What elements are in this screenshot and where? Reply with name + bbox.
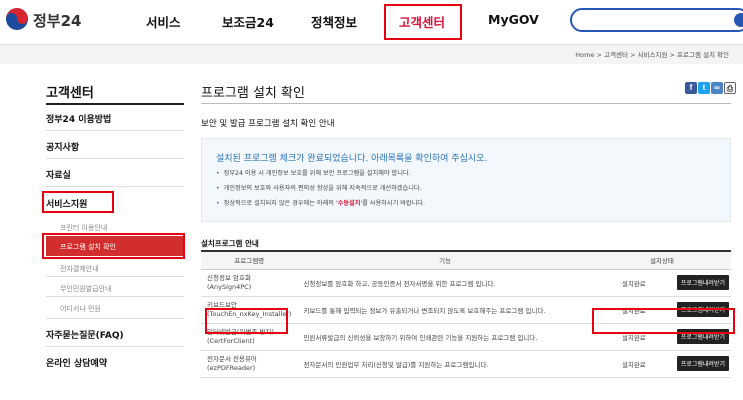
program-code: (CertForClient) [207, 336, 255, 345]
nav-service[interactable]: 서비스 [146, 12, 181, 31]
subitem-payment[interactable]: 전자결제안내 [60, 264, 99, 274]
sidebar-item-notice[interactable]: 공지사항 [46, 140, 79, 153]
program-code: (AnySign4PC) [207, 282, 252, 291]
page-title: 프로그램 설치 확인 [201, 86, 305, 101]
search-input[interactable] [570, 8, 743, 32]
sidebar-divider [46, 103, 184, 105]
subitem-anywhere[interactable]: 어디서나 민원 [60, 304, 101, 314]
sidebar-item-consult[interactable]: 온라인 상담예약 [46, 356, 107, 369]
sidebar-item-service-support[interactable]: 서비스지원 [46, 197, 87, 210]
sidebar-item-library[interactable]: 자료실 [46, 168, 71, 181]
twitter-icon[interactable]: t [698, 82, 710, 94]
section-subtitle: 보안 및 발급 프로그램 설치 확인 안내 [201, 119, 335, 129]
col-header-name: 프로그램명 [201, 251, 298, 270]
col-header-status: 설치상태 [592, 251, 731, 270]
subitem-program-check[interactable]: 프로그램 설치 확인 [60, 242, 116, 252]
program-desc: 신청정보를 암호화 하고, 공동인증서 전자서명을 위한 프로그램 입니다. [297, 269, 593, 297]
table-title: 설치프로그램 안내 [201, 239, 259, 248]
program-name: 신청정보 암호화 [207, 273, 251, 282]
sidebar-item-faq[interactable]: 자주묻는질문(FAQ) [46, 328, 124, 341]
highlight-keyboard-security [205, 308, 288, 334]
table-row: 전자문서 전용뷰어 (ezPDFReader) 전자문서의 민원업무 처리(신청및… [201, 350, 731, 378]
subitem-kiosk[interactable]: 무인민원발급안내 [60, 284, 112, 294]
download-button[interactable]: 프로그램내려받기 [676, 356, 729, 371]
manual-install-link[interactable]: 수동설치 [338, 200, 361, 207]
nav-mygov[interactable]: MyGOV [488, 12, 539, 27]
download-button[interactable]: 프로그램내려받기 [676, 275, 729, 290]
program-desc: 전자문서의 민원업무 처리(신청및 발급)를 지원하는 프로그램입니다. [297, 350, 593, 378]
table-row: 신청정보 암호화 (AnySign4PC) 신청정보를 암호화 하고, 공동인증서… [201, 269, 731, 297]
program-desc: 키보드를 통해 입력되는 정보가 유출되거나 변조되지 않도록 보호해주는 프로… [297, 296, 593, 324]
logo-text[interactable]: 정부24 [33, 10, 81, 31]
link-icon[interactable]: ∞ [711, 82, 723, 94]
notice-headline: 설치된 프로그램 체크가 완료되었습니다. 아래목록을 확인하여 주십시오. [216, 154, 488, 164]
breadcrumb: Home > 고객센터 > 서비스지원 > 프로그램 설치 확인 [575, 51, 729, 59]
title-divider [201, 103, 731, 104]
search-icon[interactable] [734, 13, 743, 27]
sidebar-title: 고객센터 [46, 86, 94, 101]
subitem-printer[interactable]: 프린터 이용안내 [60, 223, 107, 233]
notice-bullet: • 개인정보의 보호와 사용자의 편의성 향상을 위해 지속적으로 개선하겠습니다… [216, 185, 422, 192]
facebook-icon[interactable]: f [685, 82, 697, 94]
nav-policy[interactable]: 정책정보 [311, 12, 357, 31]
highlight-keyboard-status [592, 308, 735, 334]
program-name: 전자문서 전용뷰어 [207, 354, 257, 363]
program-code: (ezPDFReader) [207, 363, 256, 372]
program-desc: 민원서류발급의 신뢰성을 보장하기 위하여 인쇄관련 기능을 지원하는 프로그램… [297, 323, 593, 351]
nav-customer-center[interactable]: 고객센터 [399, 12, 445, 31]
install-status: 설치완료 [592, 350, 675, 378]
print-icon[interactable]: ⎙ [724, 82, 736, 94]
notice-bullet: • 정부24 이용 시 개인정보 보호를 위해 보안 프로그램을 설치해야 합니다… [216, 170, 411, 177]
col-header-function: 기능 [297, 251, 593, 270]
gov-logo-icon[interactable] [6, 8, 28, 30]
sidebar-item-guide[interactable]: 정부24 이용방법 [46, 112, 111, 125]
install-status: 설치완료 [592, 269, 675, 297]
notice-bullet: • 정상적으로 설치되지 않은 경우에는 아래의 '수동설치'를 사용하시기 바랍… [216, 200, 425, 207]
nav-subsidy[interactable]: 보조금24 [222, 12, 274, 31]
